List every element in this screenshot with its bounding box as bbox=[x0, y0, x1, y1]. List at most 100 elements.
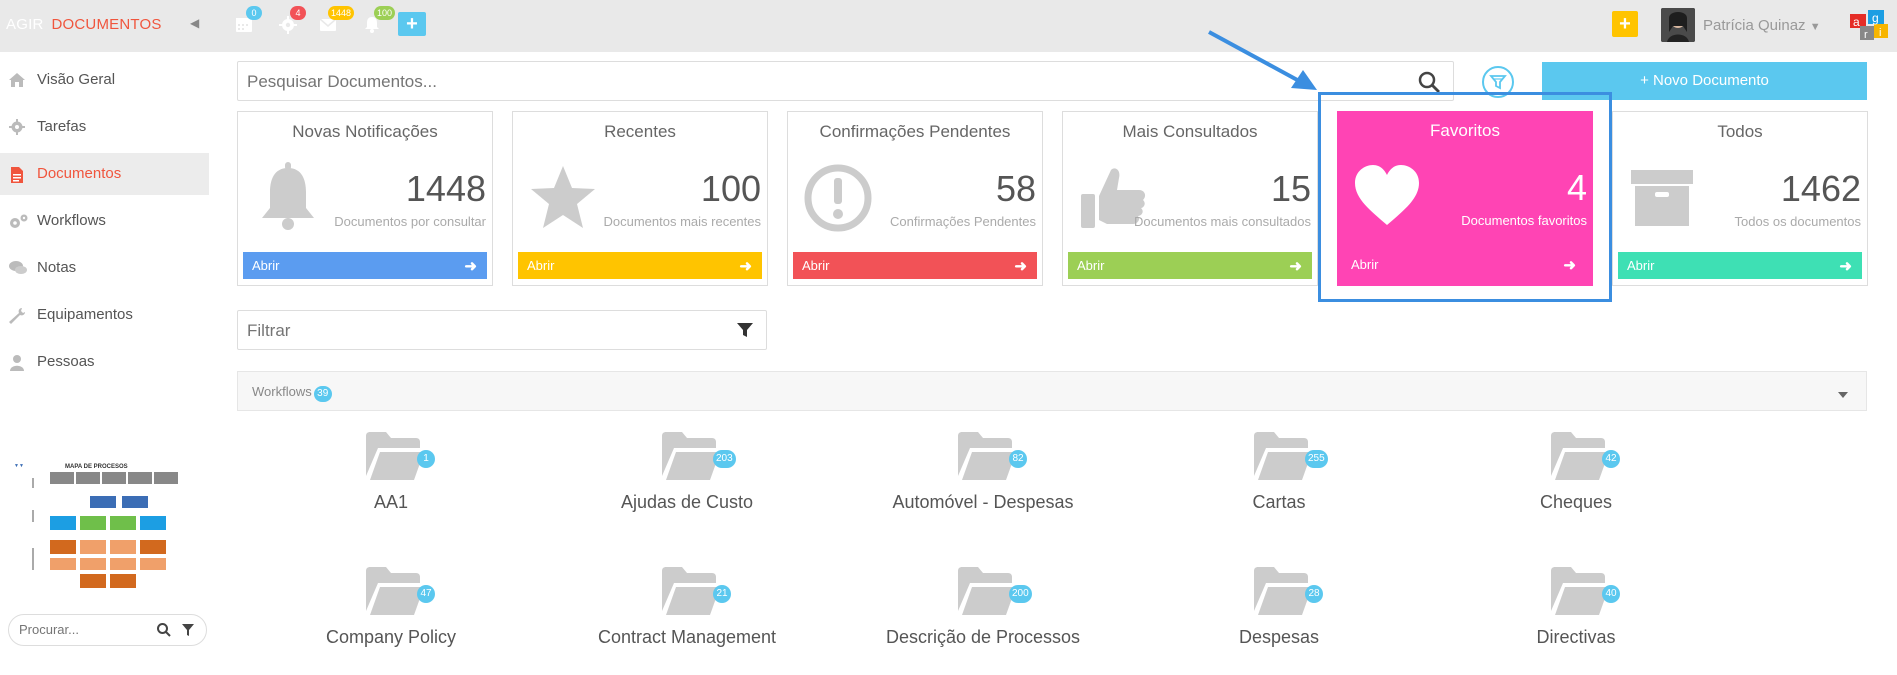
open-button[interactable]: Abrir ➜ bbox=[1618, 252, 1862, 279]
card-value: 1448 bbox=[405, 168, 486, 209]
sidebar-search-input[interactable] bbox=[19, 622, 149, 637]
card-todos: Todos 1462 Todos os documentos Abrir ➜ bbox=[1612, 111, 1868, 286]
archive-icon bbox=[1627, 162, 1699, 234]
card-title: Mais Consultados bbox=[1122, 122, 1258, 141]
bell-icon bbox=[252, 162, 324, 234]
folder-name: Company Policy bbox=[325, 627, 457, 647]
sidebar-item-label: Tarefas bbox=[37, 118, 87, 135]
open-button[interactable]: Abrir ➜ bbox=[518, 252, 762, 279]
workflow-folder[interactable]: 47 Company Policy bbox=[261, 565, 521, 675]
arrow-right-icon: ➜ bbox=[739, 258, 752, 275]
arrow-right-icon: ➜ bbox=[1014, 258, 1027, 275]
messages-badge: 1448 bbox=[328, 6, 355, 20]
sidebar-item-visao-geral[interactable]: Visão Geral bbox=[0, 59, 209, 101]
apps-launcher-icon[interactable]: agri bbox=[1848, 10, 1888, 42]
folder-count-badge: 203 bbox=[713, 450, 736, 468]
sidebar: Visão Geral Tarefas Documentos Workflows… bbox=[0, 52, 210, 672]
workflows-panel-header[interactable]: Workflows 39 bbox=[237, 371, 1867, 411]
workflow-folder[interactable]: 28 Despesas bbox=[1149, 565, 1409, 675]
folder-count-badge: 1 bbox=[417, 450, 435, 468]
sidebar-item-notas[interactable]: Notas bbox=[0, 247, 209, 289]
card-subtitle: Documentos mais consultados bbox=[1133, 214, 1311, 229]
folder-count-badge: 255 bbox=[1305, 450, 1328, 468]
card-value: 15 bbox=[1270, 168, 1311, 209]
folder-count-badge: 82 bbox=[1009, 450, 1027, 468]
folder-name: Automóvel - Despesas bbox=[892, 492, 1074, 512]
sidebar-item-pessoas[interactable]: Pessoas bbox=[0, 341, 209, 383]
highlight-box bbox=[1318, 92, 1612, 302]
sidebar-item-workflows[interactable]: Workflows bbox=[0, 200, 209, 242]
filter-icon[interactable] bbox=[736, 321, 754, 344]
home-icon bbox=[8, 72, 26, 88]
folder-name: Contract Management bbox=[597, 627, 777, 647]
thumbnail-title: MAPA DE PROCESOS bbox=[65, 464, 128, 470]
caret-down-icon[interactable] bbox=[1838, 386, 1848, 404]
filter-box bbox=[237, 310, 767, 350]
folder-count-badge: 21 bbox=[713, 585, 731, 603]
folder-count-badge: 40 bbox=[1602, 585, 1620, 603]
folder-name: Ajudas de Custo bbox=[620, 492, 754, 512]
app-brand[interactable]: AGIR DOCUMENTOS bbox=[6, 16, 162, 33]
workflow-folder[interactable]: 255 Cartas bbox=[1149, 430, 1409, 540]
workflow-folder[interactable]: 1 AA1 bbox=[261, 430, 521, 540]
sidebar-item-label: Documentos bbox=[37, 165, 122, 182]
workflow-folder[interactable]: 200 Descrição de Processos bbox=[853, 565, 1113, 675]
folder-name: Directivas bbox=[1536, 627, 1616, 647]
messages-icon[interactable]: 1448 bbox=[318, 6, 355, 38]
exclamation-icon bbox=[802, 162, 874, 234]
workflow-folder[interactable]: 21 Contract Management bbox=[557, 565, 817, 675]
document-icon bbox=[8, 166, 26, 183]
workflow-folder[interactable]: 82 Automóvel - Despesas bbox=[853, 430, 1113, 540]
card-title: Recentes bbox=[604, 122, 676, 141]
sidebar-item-equipamentos[interactable]: Equipamentos bbox=[0, 294, 209, 336]
settings-icon[interactable]: 4 bbox=[278, 6, 306, 38]
svg-text:g: g bbox=[1872, 11, 1879, 25]
search-icon[interactable] bbox=[156, 622, 172, 643]
open-button[interactable]: Abrir ➜ bbox=[793, 252, 1037, 279]
sidebar-item-tarefas[interactable]: Tarefas bbox=[0, 106, 209, 148]
workflow-folder[interactable]: 40 Directivas bbox=[1446, 565, 1706, 675]
workflow-folder[interactable]: 203 Ajudas de Custo bbox=[557, 430, 817, 540]
brand-name: AGIR bbox=[6, 16, 44, 33]
card-value: 58 bbox=[995, 168, 1036, 209]
user-menu[interactable]: Patrícia Quinaz ▼ bbox=[1703, 17, 1821, 34]
folder-count-badge: 28 bbox=[1305, 585, 1323, 603]
open-button-label: Abrir bbox=[802, 258, 830, 273]
settings-badge: 4 bbox=[290, 6, 306, 20]
workflow-folder[interactable]: 42 Cheques bbox=[1446, 430, 1706, 540]
open-button-label: Abrir bbox=[527, 258, 555, 273]
quick-add-button[interactable]: + bbox=[398, 12, 426, 36]
card-title: Confirmações Pendentes bbox=[819, 122, 1011, 141]
user-icon bbox=[8, 354, 26, 371]
calendar-badge: 0 bbox=[246, 6, 262, 20]
folder-count-badge: 42 bbox=[1602, 450, 1620, 468]
card-subtitle: Documentos por consultar bbox=[334, 214, 486, 229]
calendar-icon[interactable]: 0 bbox=[234, 6, 262, 38]
open-button[interactable]: Abrir ➜ bbox=[243, 252, 487, 279]
sidebar-item-documentos[interactable]: Documentos bbox=[0, 153, 209, 195]
sidebar-item-label: Equipamentos bbox=[37, 306, 133, 323]
card-value: 1462 bbox=[1780, 168, 1861, 209]
process-map-thumbnail[interactable]: ▼▼ MAPA DE PROCESOS bbox=[10, 460, 180, 595]
card-subtitle: Confirmações Pendentes bbox=[890, 214, 1036, 229]
filter-icon[interactable] bbox=[181, 623, 195, 642]
chevron-down-icon: ▼ bbox=[1809, 21, 1821, 33]
bell-icon[interactable]: 100 bbox=[362, 6, 396, 38]
arrow-annotation-icon bbox=[1208, 30, 1317, 90]
folder-name: Cheques bbox=[1539, 492, 1613, 512]
workflows-count-badge: 39 bbox=[313, 386, 332, 402]
card-title: Novas Notificações bbox=[292, 122, 438, 141]
open-button[interactable]: Abrir ➜ bbox=[1068, 252, 1312, 279]
gear-icon bbox=[8, 119, 26, 135]
gears-icon bbox=[8, 213, 28, 229]
avatar[interactable] bbox=[1661, 8, 1695, 42]
open-button-label: Abrir bbox=[1627, 258, 1655, 273]
card-recentes: Recentes 100 Documentos mais recentes Ab… bbox=[512, 111, 768, 286]
collapse-sidebar-icon[interactable]: ◀ bbox=[190, 16, 199, 30]
sidebar-item-label: Pessoas bbox=[37, 353, 95, 370]
svg-text:i: i bbox=[1879, 27, 1881, 39]
filter-input[interactable] bbox=[247, 321, 707, 341]
create-button[interactable]: + bbox=[1612, 11, 1638, 37]
card-mais-consultados: Mais Consultados 15 Documentos mais cons… bbox=[1062, 111, 1318, 286]
top-bar: AGIR DOCUMENTOS ◀ 0 4 1448 100 + + Patríc… bbox=[0, 0, 1897, 52]
